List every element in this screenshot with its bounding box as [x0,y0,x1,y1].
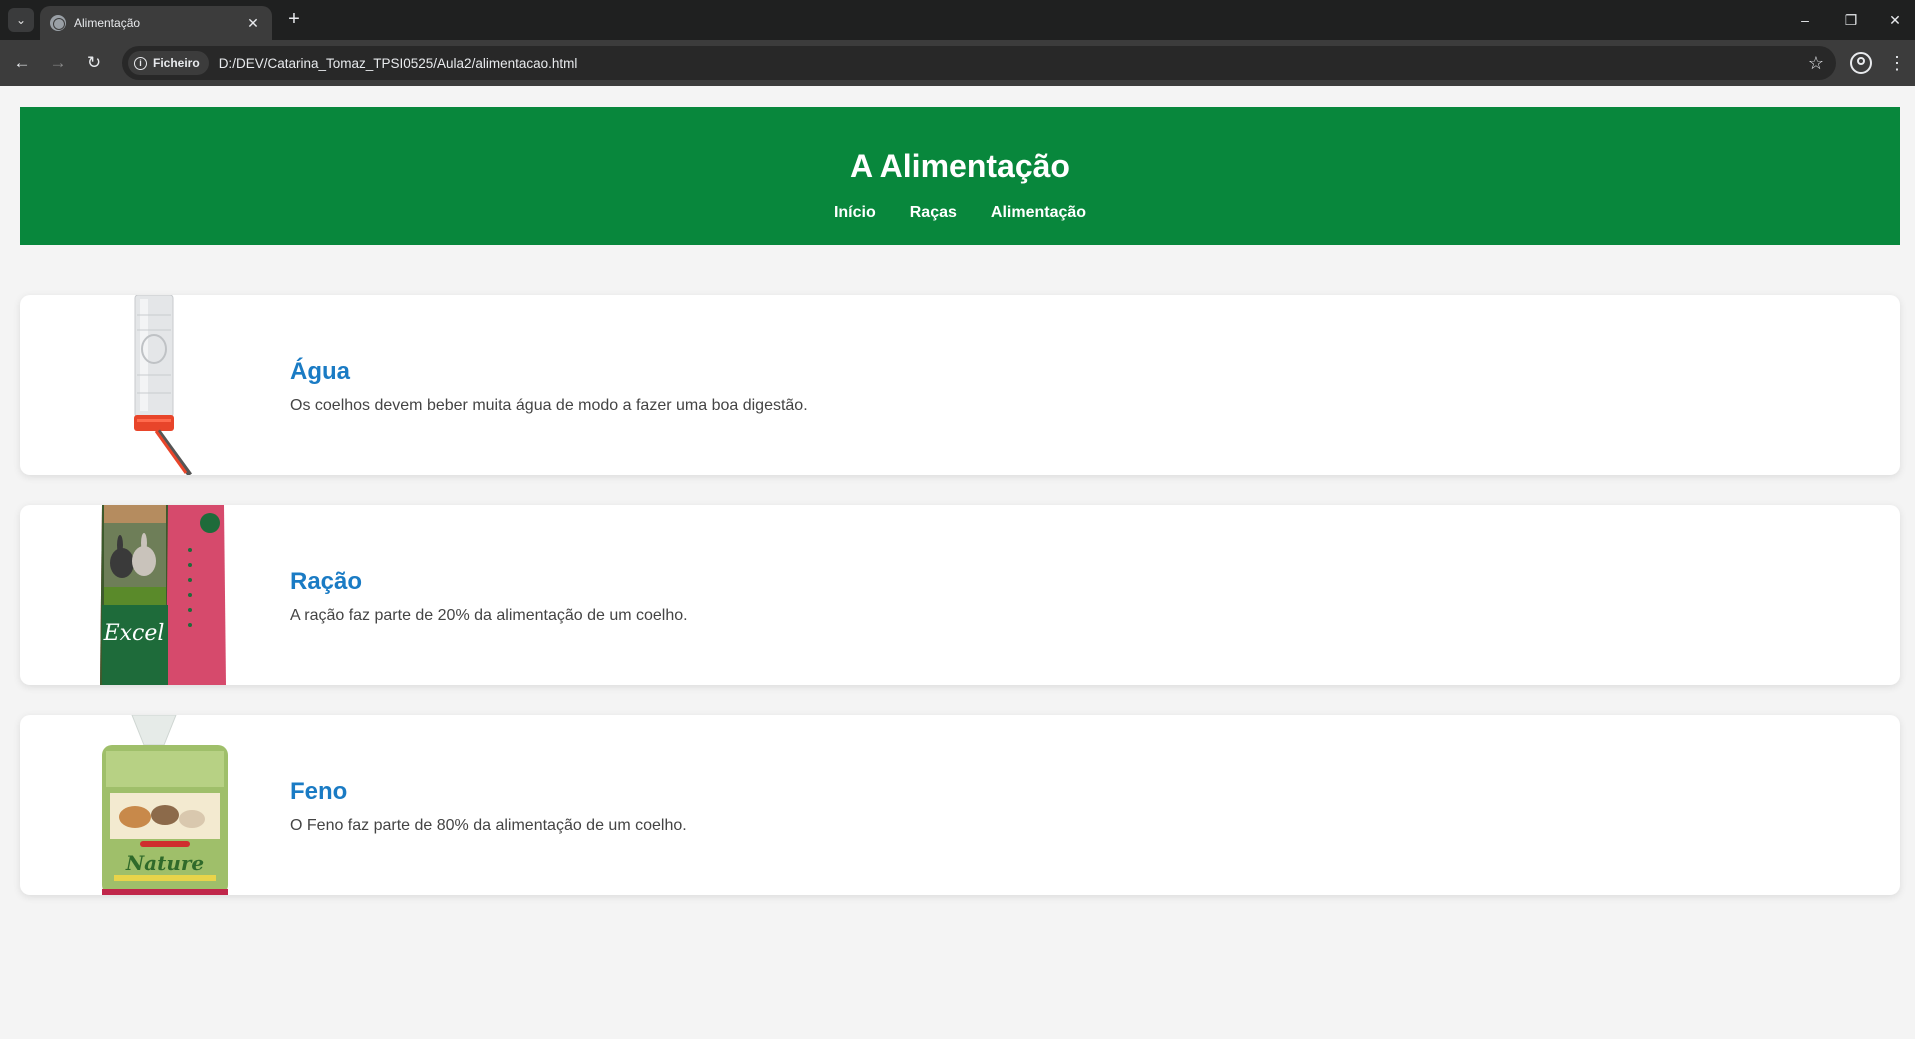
page-viewport: A Alimentação Início Raças Alimentação Á… [0,86,1915,1039]
page-title: A Alimentação [850,148,1070,184]
food-card-feno: Nature Feno O Feno faz parte de 80% da a… [20,715,1900,895]
page-header: A Alimentação Início Raças Alimentação [20,107,1900,245]
globe-icon [50,15,66,31]
close-tab-icon[interactable]: ✕ [244,15,262,32]
site-info-chip[interactable]: i Ficheiro [128,51,209,75]
close-window-button[interactable]: ✕ [1880,6,1910,34]
bookmark-star-icon[interactable]: ☆ [1808,53,1824,74]
new-tab-button[interactable]: + [282,8,306,32]
site-info-label: Ficheiro [153,56,200,70]
browser-tab-active[interactable]: Alimentação ✕ [40,6,272,40]
back-arrow-icon[interactable]: ← [10,51,34,75]
nav-link-alimentacao[interactable]: Alimentação [991,203,1086,223]
card-text: Os coelhos devem beber muita água de mod… [290,397,808,414]
card-body: Ração A ração faz parte de 20% da alimen… [290,567,688,626]
restore-button[interactable]: ❐ [1836,6,1866,34]
card-text: A ração faz parte de 20% da alimentação … [290,607,688,624]
info-icon: i [134,56,147,70]
card-title: Água [290,358,350,385]
feed-bag-image: Excel [40,505,250,685]
card-text: O Feno faz parte de 80% da alimentação d… [290,817,687,834]
nav-link-racas[interactable]: Raças [910,203,957,223]
reload-icon[interactable]: ↻ [82,51,106,75]
forward-arrow-icon[interactable]: → [46,51,70,75]
water-bottle-image [40,295,250,475]
food-card-agua: Água Os coelhos devem beber muita água d… [20,295,1900,475]
card-title: Ração [290,568,363,595]
tab-title: Alimentação [74,16,141,30]
minimize-button[interactable]: – [1790,6,1820,34]
main-nav: Início Raças Alimentação [20,203,1900,223]
browser-tabstrip: ⌄ Alimentação ✕ + – ❐ ✕ [0,0,1915,40]
browser-toolbar: ← → ↻ i Ficheiro D:/DEV/Catarina_Tomaz_T… [0,40,1915,86]
feed-brand-text: Excel [103,621,165,646]
url-text[interactable]: D:/DEV/Catarina_Tomaz_TPSI0525/Aula2/ali… [219,56,1808,71]
profile-icon[interactable] [1850,52,1872,74]
more-menu-icon[interactable]: ⋮ [1888,51,1906,75]
hay-bag-image: Nature [40,715,250,895]
hay-brand-text: Nature [125,851,204,875]
tab-search-button[interactable]: ⌄ [8,8,34,32]
card-title: Feno [290,778,348,805]
card-body: Água Os coelhos devem beber muita água d… [290,357,808,416]
food-card-racao: Excel Ração A ração faz parte de 20% da … [20,505,1900,685]
address-bar[interactable]: i Ficheiro D:/DEV/Catarina_Tomaz_TPSI052… [122,46,1836,80]
card-body: Feno O Feno faz parte de 80% da alimenta… [290,777,687,836]
nav-link-inicio[interactable]: Início [834,203,876,223]
